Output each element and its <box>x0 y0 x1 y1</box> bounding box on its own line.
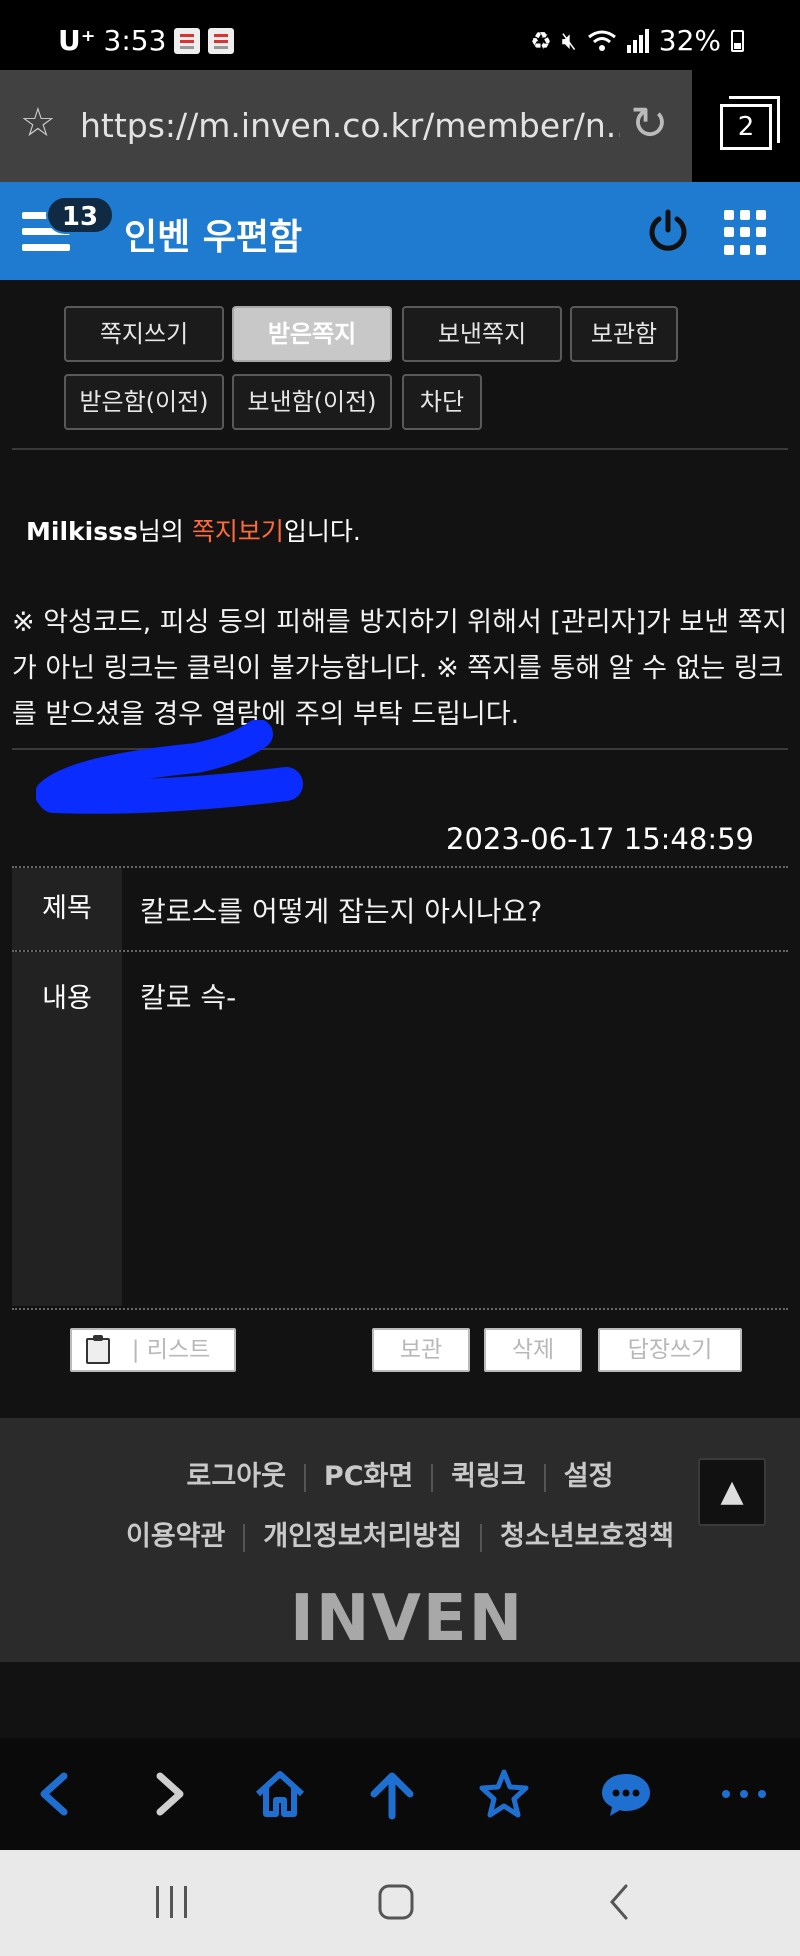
subject-label: 제목 <box>12 868 122 950</box>
forward-arrow-icon[interactable] <box>140 1766 196 1822</box>
address-box[interactable]: ☆ https://m.inven.co.kr/member/n... ↻ <box>0 70 692 182</box>
mute-icon: 🔇︎ <box>561 26 577 55</box>
settings-link[interactable]: 설정 <box>564 1461 614 1492</box>
owner-line: Milkisss님의 쪽지보기입니다. <box>26 512 361 548</box>
tab-sent[interactable]: 보낸쪽지 <box>402 306 562 362</box>
battery-percent: 32% <box>658 24 721 57</box>
home-button-icon[interactable] <box>376 1882 416 1922</box>
scroll-top-button[interactable]: ▲ <box>698 1458 766 1526</box>
youth-policy-link[interactable]: 청소년보호정책 <box>500 1521 674 1552</box>
site-header: 13 인벤 우편함 <box>0 182 800 280</box>
footer-links-row-2: 이용약관 개인정보처리방침 청소년보호정책 <box>0 1514 800 1553</box>
table-border <box>12 1308 788 1310</box>
subject-value: 칼로스를 어떻게 잡는지 아시나요? <box>140 895 543 928</box>
chat-bubble-icon[interactable] <box>598 1766 654 1822</box>
reload-icon[interactable]: ↻ <box>630 96 669 150</box>
footer: 로그아웃 PC화면 퀵링크 설정 이용약관 개인정보처리방침 청소년보호정책 ▲ INVE… <box>0 1418 800 1662</box>
message-date: 2023-06-17 15:48:59 <box>446 822 754 856</box>
table-border <box>12 950 788 952</box>
tab-sent-old[interactable]: 보낸함(이전) <box>232 374 392 430</box>
clipboard-icon <box>86 1335 110 1364</box>
wifi-icon <box>587 30 616 51</box>
tab-count-button[interactable]: 2 <box>720 96 780 150</box>
scroll-up-arrow-icon[interactable] <box>364 1766 420 1822</box>
view-message-highlight: 쪽지보기 <box>191 517 284 546</box>
reply-button[interactable]: 답장쓰기 <box>598 1328 742 1372</box>
browser-url-bar: ☆ https://m.inven.co.kr/member/n... ↻ 2 <box>0 70 800 182</box>
recycle-icon: ♻ <box>530 26 552 55</box>
page-title: 인벤 우편함 <box>124 217 303 258</box>
terms-link[interactable]: 이용약관 <box>126 1521 225 1552</box>
delete-button[interactable]: 삭제 <box>484 1328 582 1372</box>
bookmark-star-icon[interactable] <box>476 1766 532 1822</box>
owner-suffix: 님의 <box>137 517 192 546</box>
list-button[interactable]: | 리스트 <box>70 1328 236 1372</box>
url-text[interactable]: https://m.inven.co.kr/member/n... <box>80 106 620 145</box>
tab-received-old[interactable]: 받은함(이전) <box>64 374 224 430</box>
notification-app-icon <box>208 27 235 54</box>
tab-archive[interactable]: 보관함 <box>570 306 678 362</box>
logout-link[interactable]: 로그아웃 <box>187 1461 286 1492</box>
inven-logo: INVEN <box>290 1582 525 1656</box>
battery-icon <box>731 29 744 52</box>
tab-received[interactable]: 받은쪽지 <box>232 306 392 362</box>
redaction-scribble <box>36 720 303 814</box>
signal-icon <box>626 28 649 53</box>
username: Milkisss <box>26 517 138 546</box>
pc-view-link[interactable]: PC화면 <box>324 1461 413 1492</box>
content-label: 내용 <box>12 952 122 1306</box>
footer-links-row-1: 로그아웃 PC화면 퀵링크 설정 <box>0 1454 800 1493</box>
quicklink-link[interactable]: 퀵링크 <box>451 1461 526 1492</box>
tab-write[interactable]: 쪽지쓰기 <box>64 306 224 362</box>
list-label: 리스트 <box>146 1337 211 1363</box>
owner-suffix-2: 입니다. <box>283 517 361 546</box>
system-back-icon[interactable] <box>604 1882 634 1922</box>
security-notice: ※ 악성코드, 피싱 등의 피해를 방지하기 위해서 [관리자]가 보낸 쪽지가… <box>12 607 788 730</box>
power-icon[interactable] <box>644 206 692 254</box>
browser-toolbar <box>0 1738 800 1850</box>
bookmark-star-icon[interactable]: ☆ <box>20 100 56 146</box>
privacy-policy-link[interactable]: 개인정보처리방침 <box>263 1521 462 1552</box>
status-bar: U⁺ 3:53 ♻ 🔇︎ 32% <box>0 0 800 70</box>
home-icon[interactable] <box>252 1766 308 1822</box>
unread-count-badge: 13 <box>46 196 114 234</box>
more-options-icon[interactable] <box>716 1766 772 1822</box>
divider <box>12 448 788 450</box>
recent-apps-icon[interactable] <box>152 1884 192 1920</box>
content-value: 칼로 슥- <box>140 981 237 1014</box>
table-border <box>12 866 788 868</box>
apps-grid-icon[interactable] <box>724 210 770 256</box>
carrier-label: U⁺ <box>58 24 96 57</box>
back-arrow-icon[interactable] <box>28 1766 84 1822</box>
tab-block[interactable]: 차단 <box>402 374 482 430</box>
keep-button[interactable]: 보관 <box>372 1328 470 1372</box>
notification-app-icon <box>174 27 201 54</box>
time-label: 3:53 <box>103 24 167 57</box>
system-navigation-bar <box>0 1850 800 1956</box>
